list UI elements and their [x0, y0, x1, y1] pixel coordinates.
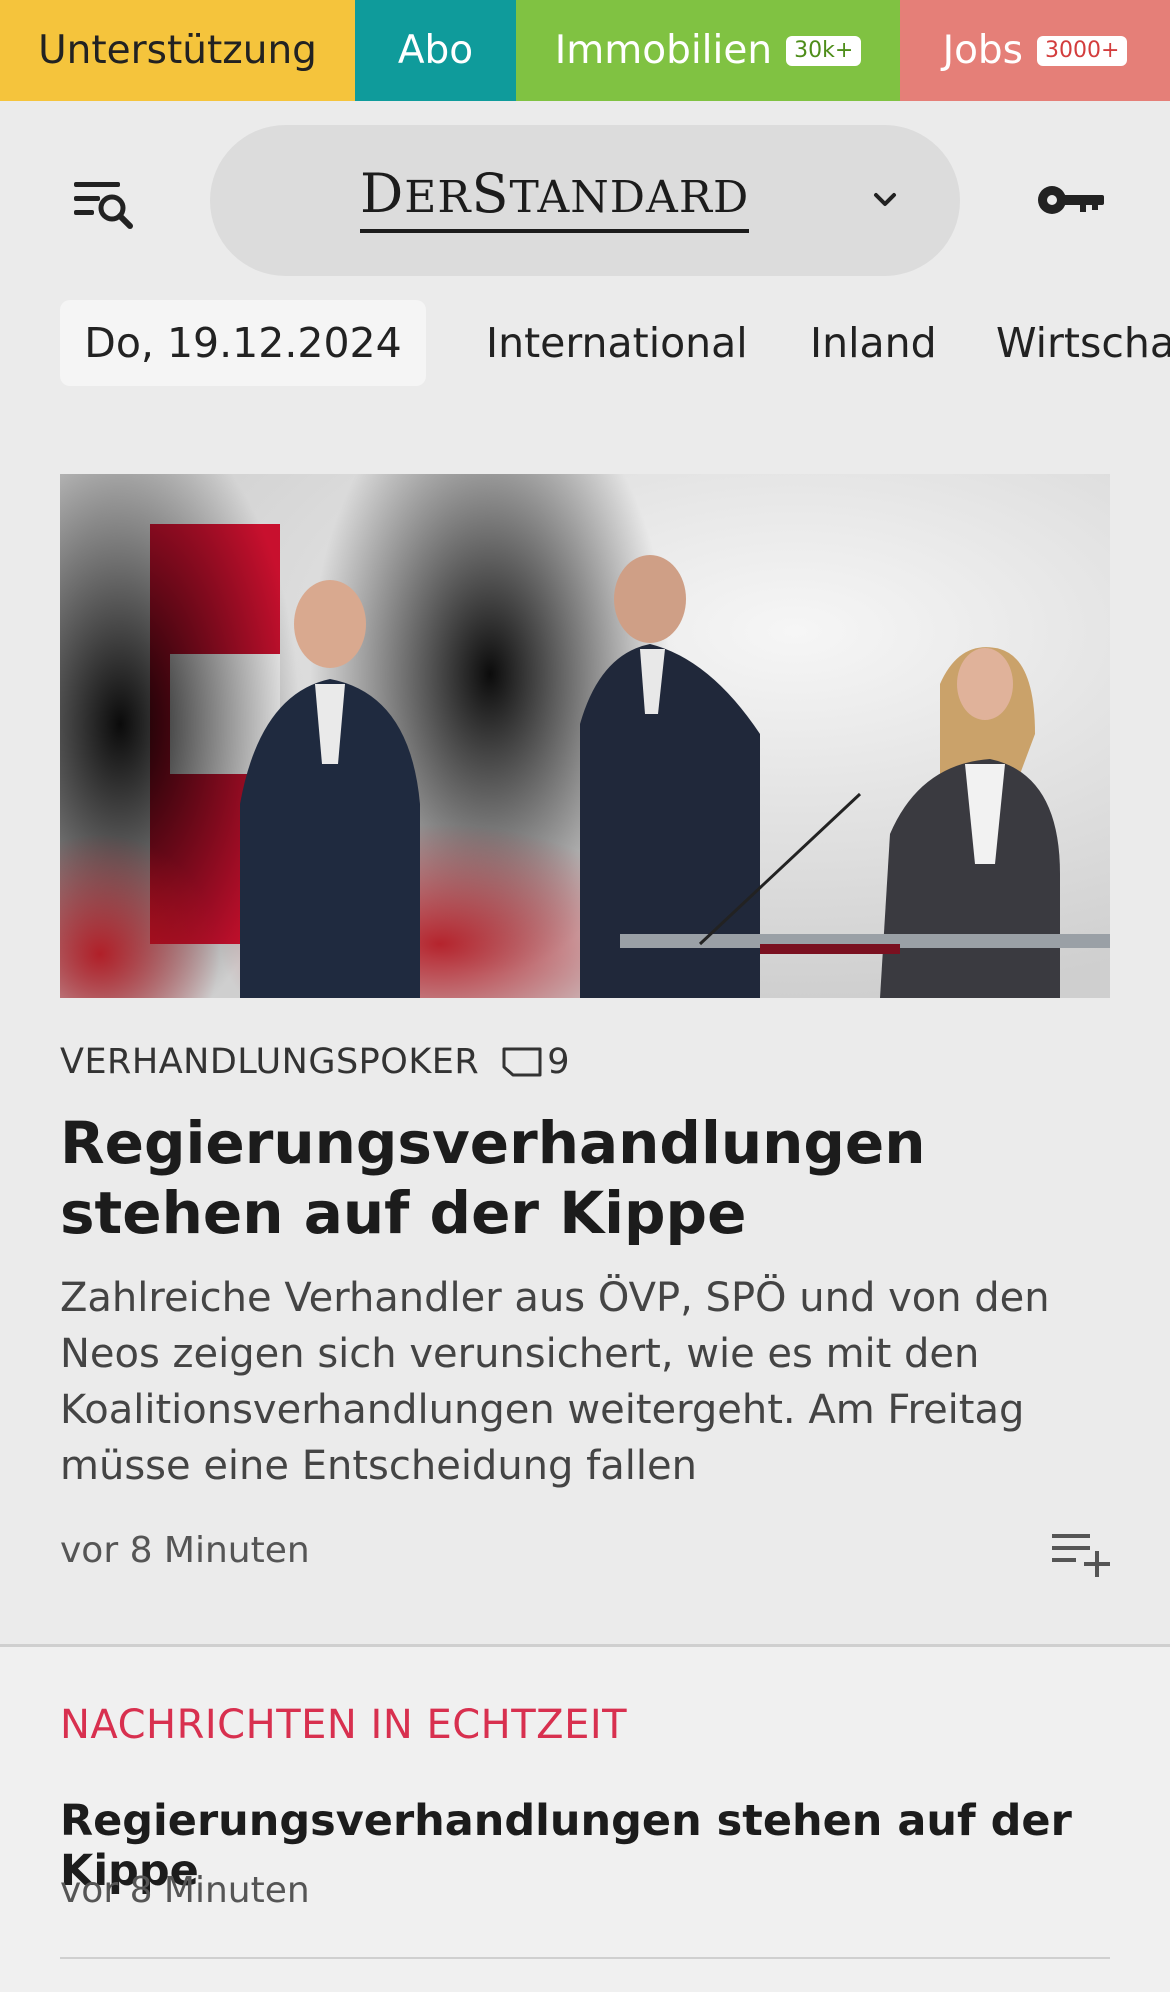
menu-search-button[interactable] [70, 176, 140, 236]
comment-icon[interactable] [501, 1045, 543, 1079]
top-service-bar: Unterstützung Abo Immobilien 30k+ Jobs 3… [0, 0, 1170, 101]
login-button[interactable] [1036, 178, 1106, 223]
nav-item-inland[interactable]: Inland [810, 300, 937, 386]
abo-label: Abo [397, 28, 474, 73]
article-kicker: VERHANDLUNGSPOKER 9 [60, 1042, 570, 1082]
abo-link[interactable]: Abo [355, 0, 516, 101]
logo-edition-switcher[interactable]: DERSTANDARD [210, 125, 960, 276]
add-to-reading-list-button[interactable] [1050, 1528, 1112, 1578]
nav-item-international[interactable]: International [486, 300, 748, 386]
derstandard-logo: DERSTANDARD [360, 165, 750, 233]
playlist-add-icon [1052, 1534, 1110, 1577]
article-lead[interactable]: Zahlreiche Verhandler aus ÖVP, SPÖ und v… [60, 1270, 1120, 1494]
jobs-label: Jobs [942, 28, 1023, 73]
realtime-item-timestamp: vor 8 Minuten [60, 1870, 310, 1911]
hero-image[interactable] [60, 474, 1110, 998]
support-link[interactable]: Unterstützung [0, 0, 355, 101]
jobs-count-badge: 3000+ [1037, 35, 1128, 66]
immobilien-label: Immobilien [554, 28, 773, 73]
realtime-section-title: NACHRICHTEN IN ECHTZEIT [60, 1702, 628, 1748]
immobilien-count-badge: 30k+ [786, 35, 862, 66]
comment-count: 9 [547, 1042, 570, 1082]
menu-search-icon [74, 182, 133, 229]
press-conference-photo [60, 474, 1110, 998]
article-timestamp: vor 8 Minuten [60, 1530, 310, 1571]
kicker-label: VERHANDLUNGSPOKER [60, 1042, 480, 1082]
immobilien-link[interactable]: Immobilien 30k+ [516, 0, 900, 101]
nav-item-wirtschaft[interactable]: Wirtschaft [996, 300, 1170, 386]
date-chip[interactable]: Do, 19.12.2024 [60, 300, 426, 386]
jobs-link[interactable]: Jobs 3000+ [900, 0, 1170, 101]
key-icon [1038, 186, 1104, 214]
support-label: Unterstützung [38, 28, 317, 73]
chevron-down-icon [874, 193, 896, 206]
realtime-item-divider [60, 1957, 1110, 1959]
article-headline[interactable]: Regierungsverhandlungen stehen auf der K… [60, 1108, 1110, 1248]
